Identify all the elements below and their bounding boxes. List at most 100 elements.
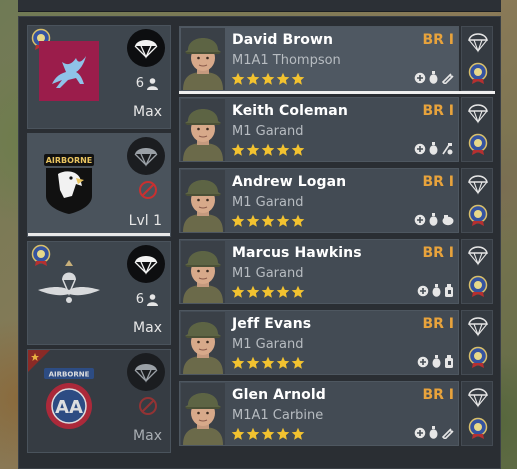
soldier-stars <box>231 427 305 441</box>
soldier-name: Jeff Evans <box>232 316 312 332</box>
rating-star-icon <box>246 356 260 369</box>
plus-circle-icon <box>417 285 429 296</box>
rating-star-icon <box>231 356 245 369</box>
soldier-name: Glen Arnold <box>232 387 326 403</box>
rating-star-icon <box>291 143 305 156</box>
soldier-portrait-frame <box>181 312 225 374</box>
plus-circle-icon <box>414 427 426 438</box>
rating-star-icon <box>276 143 290 156</box>
rating-star-icon <box>231 214 245 227</box>
soldier-weapon: M1 Garand <box>232 124 304 139</box>
soldier-status-column <box>461 310 493 375</box>
equipment-icons <box>414 213 454 226</box>
squad-card-airborne-82[interactable]: AIRBORNE AA Max <box>27 349 171 453</box>
soldier-portrait-frame <box>181 99 225 161</box>
parachute-status <box>468 315 488 341</box>
parachute-icon <box>134 148 158 167</box>
soldier-status-column <box>461 97 493 162</box>
grenade-icon <box>429 426 438 439</box>
pegasus-emblem-icon <box>39 41 99 101</box>
soldier-status-column <box>461 168 493 233</box>
soldier-row[interactable]: Jeff Evans M1 Garand BR I <box>179 310 459 375</box>
parachute-status <box>468 386 488 412</box>
parachute-icon <box>134 40 158 59</box>
squad-panel: 6 Max AIRBORNE Lvl 1 6 Max AIRBORNE AA M… <box>18 16 501 469</box>
parachute-icon <box>468 175 488 195</box>
soldier-status-column <box>461 239 493 304</box>
svg-text:AIRBORNE: AIRBORNE <box>46 156 93 165</box>
parachute-wings-emblem-icon <box>38 260 100 303</box>
squad-card-pegasus[interactable]: 6 Max <box>27 25 171 129</box>
soldier-row[interactable]: Glen Arnold M1A1 Carbine BR I <box>179 381 459 446</box>
medal-status <box>468 417 488 443</box>
soldier-name: Marcus Hawkins <box>232 245 362 261</box>
grenade-icon <box>432 355 441 368</box>
squad-level: Max <box>133 104 162 120</box>
soldier-weapon: M1 Garand <box>232 337 304 352</box>
rating-star-icon <box>231 285 245 298</box>
rating-star-icon <box>246 72 260 85</box>
medal-status <box>468 133 488 159</box>
canteen-icon <box>445 284 453 297</box>
parachute-icon <box>134 364 158 383</box>
soldier-row[interactable]: Keith Coleman M1 Garand BR I <box>179 97 459 162</box>
soldier-portrait <box>181 99 225 161</box>
soldier-row[interactable]: Andrew Logan M1 Garand BR I <box>179 168 459 233</box>
squad-size: 6 <box>136 292 158 307</box>
medal-icon <box>468 204 488 226</box>
grenade-icon <box>429 213 438 226</box>
soldier-name: David Brown <box>232 32 334 48</box>
equipment-icons <box>414 71 454 84</box>
rating-star-icon <box>261 214 275 227</box>
parachute-status <box>468 102 488 128</box>
rating-star-icon <box>246 285 260 298</box>
parachute-status <box>468 244 488 270</box>
medal-status <box>468 346 488 372</box>
svg-text:AIRBORNE: AIRBORNE <box>49 371 90 379</box>
soldier-row[interactable]: Marcus Hawkins M1 Garand BR I <box>179 239 459 304</box>
medal-icon <box>468 417 488 439</box>
soldier-stars <box>231 72 305 86</box>
battle-rating: BR I <box>422 103 454 119</box>
plus-circle-icon <box>414 72 426 83</box>
parachute-badge <box>127 353 165 391</box>
battle-rating: BR I <box>422 174 454 190</box>
soldier-weapon: M1 Garand <box>232 266 304 281</box>
rating-star-icon <box>291 356 305 369</box>
battle-rating: BR I <box>422 32 454 48</box>
rating-star-icon <box>291 427 305 440</box>
soldier-stars <box>231 214 305 228</box>
medal-status <box>468 275 488 301</box>
ammo-icon <box>441 73 454 84</box>
soldier-portrait-frame <box>181 241 225 303</box>
ammo-icon <box>441 428 454 439</box>
squad-card-parachute-regiment[interactable]: 6 Max <box>27 241 171 345</box>
parachute-badge <box>127 137 165 175</box>
parachute-badge <box>127 245 165 283</box>
soldier-portrait <box>181 312 225 374</box>
equipment-icons <box>417 355 454 368</box>
soldier-portrait <box>181 241 225 303</box>
medal-status <box>468 62 488 88</box>
rating-star-icon <box>246 143 260 156</box>
rating-star-icon <box>291 72 305 85</box>
squad-card-airborne-101[interactable]: AIRBORNE Lvl 1 <box>27 133 171 237</box>
selected-indicator <box>28 233 170 236</box>
soldier-portrait-frame <box>181 383 225 445</box>
rating-star-icon <box>276 285 290 298</box>
squad-level: Max <box>133 320 162 336</box>
squad-size: 6 <box>136 76 158 91</box>
equipment-icons <box>417 284 454 297</box>
rating-star-icon <box>291 214 305 227</box>
soldier-status-column <box>461 26 493 91</box>
soldier-weapon: M1A1 Thompson <box>232 53 341 68</box>
soldier-row[interactable]: David Brown M1A1 Thompson BR I <box>179 26 495 94</box>
soldier-weapon: M1A1 Carbine <box>232 408 324 423</box>
rating-star-icon <box>231 72 245 85</box>
top-bar <box>18 0 501 12</box>
plus-circle-icon <box>414 143 426 154</box>
parachute-icon <box>468 246 488 266</box>
rating-star-icon <box>246 214 260 227</box>
mine-icon <box>442 215 454 226</box>
equipment-icons <box>414 426 454 439</box>
